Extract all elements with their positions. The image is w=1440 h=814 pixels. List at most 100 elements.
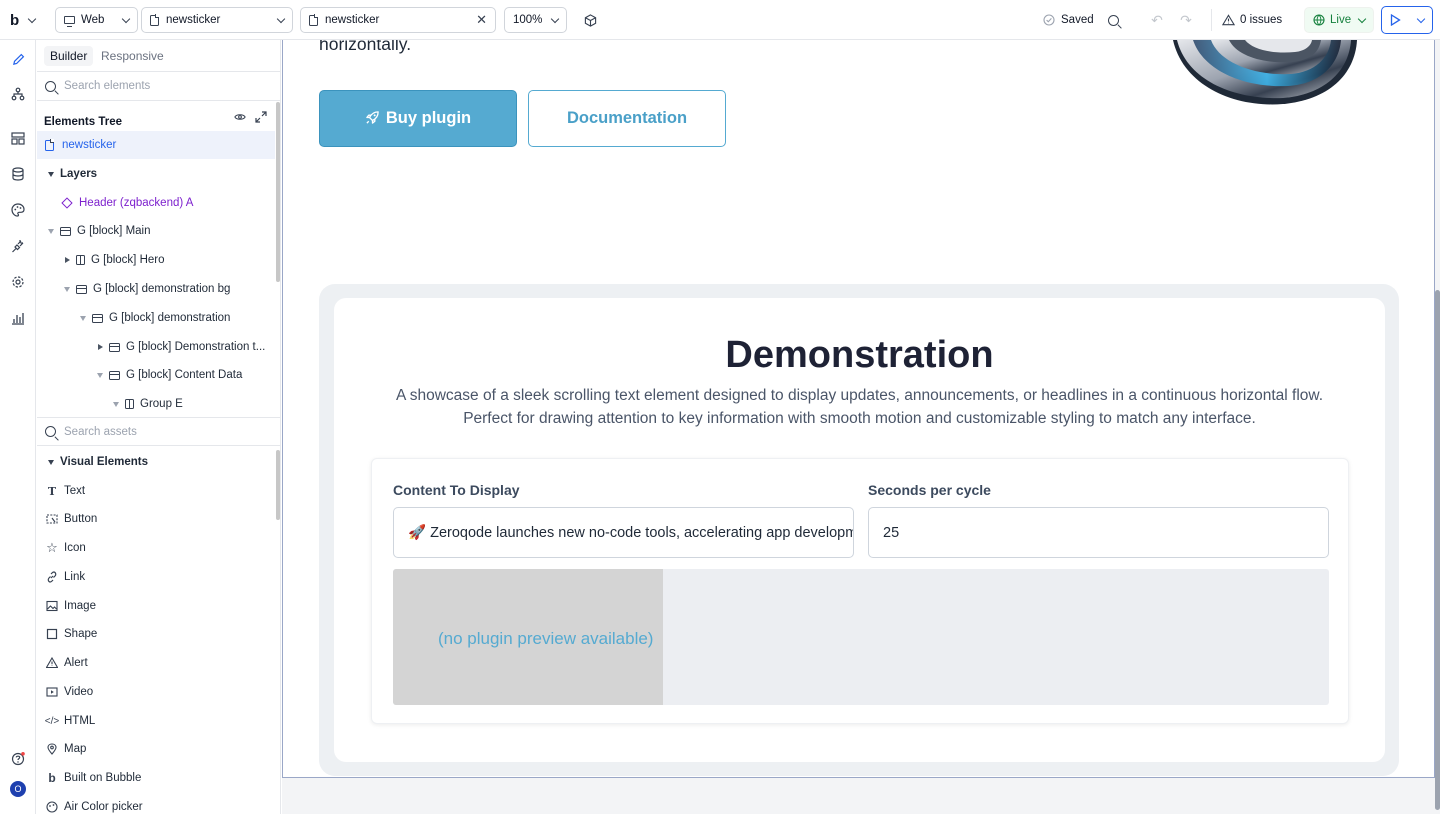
tree-item-hero[interactable]: G [block] Hero [37,246,275,274]
subtitle-line-1: A showcase of a sleek scrolling text ele… [395,387,1324,404]
issues-button[interactable]: 0 issues [1222,7,1282,33]
element-shape[interactable]: Shape [37,620,275,648]
tree-item-demonstration[interactable]: G [block] demonstration [37,304,275,332]
plug-icon[interactable] [9,237,27,255]
cube-icon[interactable] [581,11,599,29]
avatar[interactable]: O [10,781,26,797]
tree-item-label: G [block] demonstration [109,312,231,324]
text-icon: T [47,484,57,498]
reusable-element-icon [61,197,73,209]
builder-panel: Builder Responsive Search elements Eleme… [37,40,281,814]
visual-elements-title: Visual Elements [60,456,148,468]
bubble-icon: b [48,771,56,785]
tree-item-content-data[interactable]: G [block] Content Data [37,361,275,389]
assets-scrollbar[interactable] [276,450,280,520]
page-frame: horizontally. Buy plugin Documentation D… [282,40,1435,778]
caret-down-icon [48,171,54,177]
demonstration-bg: Demonstration A showcase of a sleek scro… [319,284,1399,776]
visual-elements-header[interactable]: Visual Elements [37,448,275,476]
element-video[interactable]: Video [37,678,275,706]
globe-icon [1313,14,1325,26]
newsticker-plugin-preview[interactable]: (no plugin preview available) [393,569,1329,705]
tab-responsive[interactable]: Responsive [95,46,170,66]
preview-run-button[interactable] [1381,6,1433,34]
workflow-icon[interactable] [9,85,27,103]
bubble-menu-button[interactable]: b [10,7,37,33]
element-text[interactable]: T Text [37,477,275,505]
eye-icon[interactable] [234,111,246,126]
link-icon [46,571,58,583]
open-page-tab[interactable]: newsticker ✕ [300,7,496,33]
page-icon [309,14,319,26]
pencil-icon[interactable] [9,50,27,68]
tree-item-page[interactable]: newsticker [37,131,275,159]
close-icon[interactable]: ✕ [476,12,487,28]
demonstration-title: Demonstration [725,334,994,376]
tree-item-main[interactable]: G [block] Main [37,217,275,245]
element-button[interactable]: Button [37,505,275,533]
editor-canvas[interactable]: horizontally. Buy plugin Documentation D… [282,40,1440,814]
panel-tabs: Builder Responsive [37,40,280,72]
rocket-icon [365,110,380,128]
content-input[interactable]: 🚀 Zeroqode launches new no-code tools, a… [393,507,854,558]
tree-item-group-e[interactable]: Group E [37,390,275,418]
element-alert[interactable]: Alert [37,649,275,677]
tree-item-label: G [block] demonstration bg [93,283,231,295]
search-icon[interactable] [1104,11,1122,29]
search-elements-input[interactable]: Search elements [64,80,150,92]
page-select[interactable]: newsticker [141,7,293,33]
group-icon [109,342,120,352]
expand-icon[interactable] [255,111,267,126]
tree-item-layers[interactable]: Layers [37,160,275,188]
caret-right-icon [65,257,70,263]
seconds-input[interactable]: 25 [868,507,1329,558]
saved-status: Saved [1043,7,1094,33]
tree-item-demonstration-text[interactable]: G [block] Demonstration t... [37,333,275,361]
element-link[interactable]: Link [37,563,275,591]
element-label: Air Color picker [64,801,143,813]
group-icon [92,313,103,323]
element-html[interactable]: </> HTML [37,707,275,735]
element-label: Video [64,686,94,698]
settings-icon[interactable] [9,273,27,291]
hero-text: horizontally. [319,40,412,54]
analytics-icon[interactable] [9,309,27,327]
warning-icon [46,657,58,669]
monitor-icon [64,16,75,27]
element-built-on-bubble[interactable]: b Built on Bubble [37,764,275,792]
tab-builder[interactable]: Builder [44,46,94,66]
live-label: Live [1330,14,1352,26]
element-label: HTML [64,715,96,727]
top-toolbar: b Web newsticker newsticker ✕ 100% Saved… [0,0,1440,40]
tree-scrollbar[interactable] [276,102,280,282]
group-icon [76,284,87,294]
platform-select[interactable]: Web [55,7,138,33]
element-label: Map [64,743,87,755]
tree-item-header[interactable]: Header (zqbackend) A [37,189,275,217]
element-icon[interactable]: ☆ Icon [37,534,275,562]
saved-label: Saved [1061,14,1094,26]
buy-plugin-button[interactable]: Buy plugin [319,90,517,147]
element-image[interactable]: Image [37,592,275,620]
documentation-label: Documentation [566,109,688,127]
search-assets[interactable]: Search assets [37,417,280,446]
search-assets-input[interactable]: Search assets [64,426,137,438]
hero-3d-graphic [1173,40,1357,105]
content-data-card: Content To Display 🚀 Zeroqode launches n… [371,458,1349,724]
element-map[interactable]: Map [37,735,275,763]
tree-item-demonstration-bg[interactable]: G [block] demonstration bg [37,275,275,303]
palette-icon[interactable] [9,201,27,219]
documentation-button[interactable]: Documentation [528,90,726,147]
undo-icon[interactable]: ↶ [1148,11,1166,29]
help-icon[interactable] [9,750,27,768]
live-select[interactable]: Live [1304,7,1374,33]
element-air-color-picker[interactable]: Air Color picker [37,793,275,814]
search-elements[interactable]: Search elements [37,72,280,101]
zoom-select[interactable]: 100% [504,7,567,33]
canvas-scrollbar[interactable] [1435,40,1440,814]
redo-icon[interactable]: ↷ [1177,11,1195,29]
database-icon[interactable] [9,165,27,183]
left-rail: O [0,40,36,814]
column-icon [76,255,85,265]
layout-icon[interactable] [9,129,27,147]
